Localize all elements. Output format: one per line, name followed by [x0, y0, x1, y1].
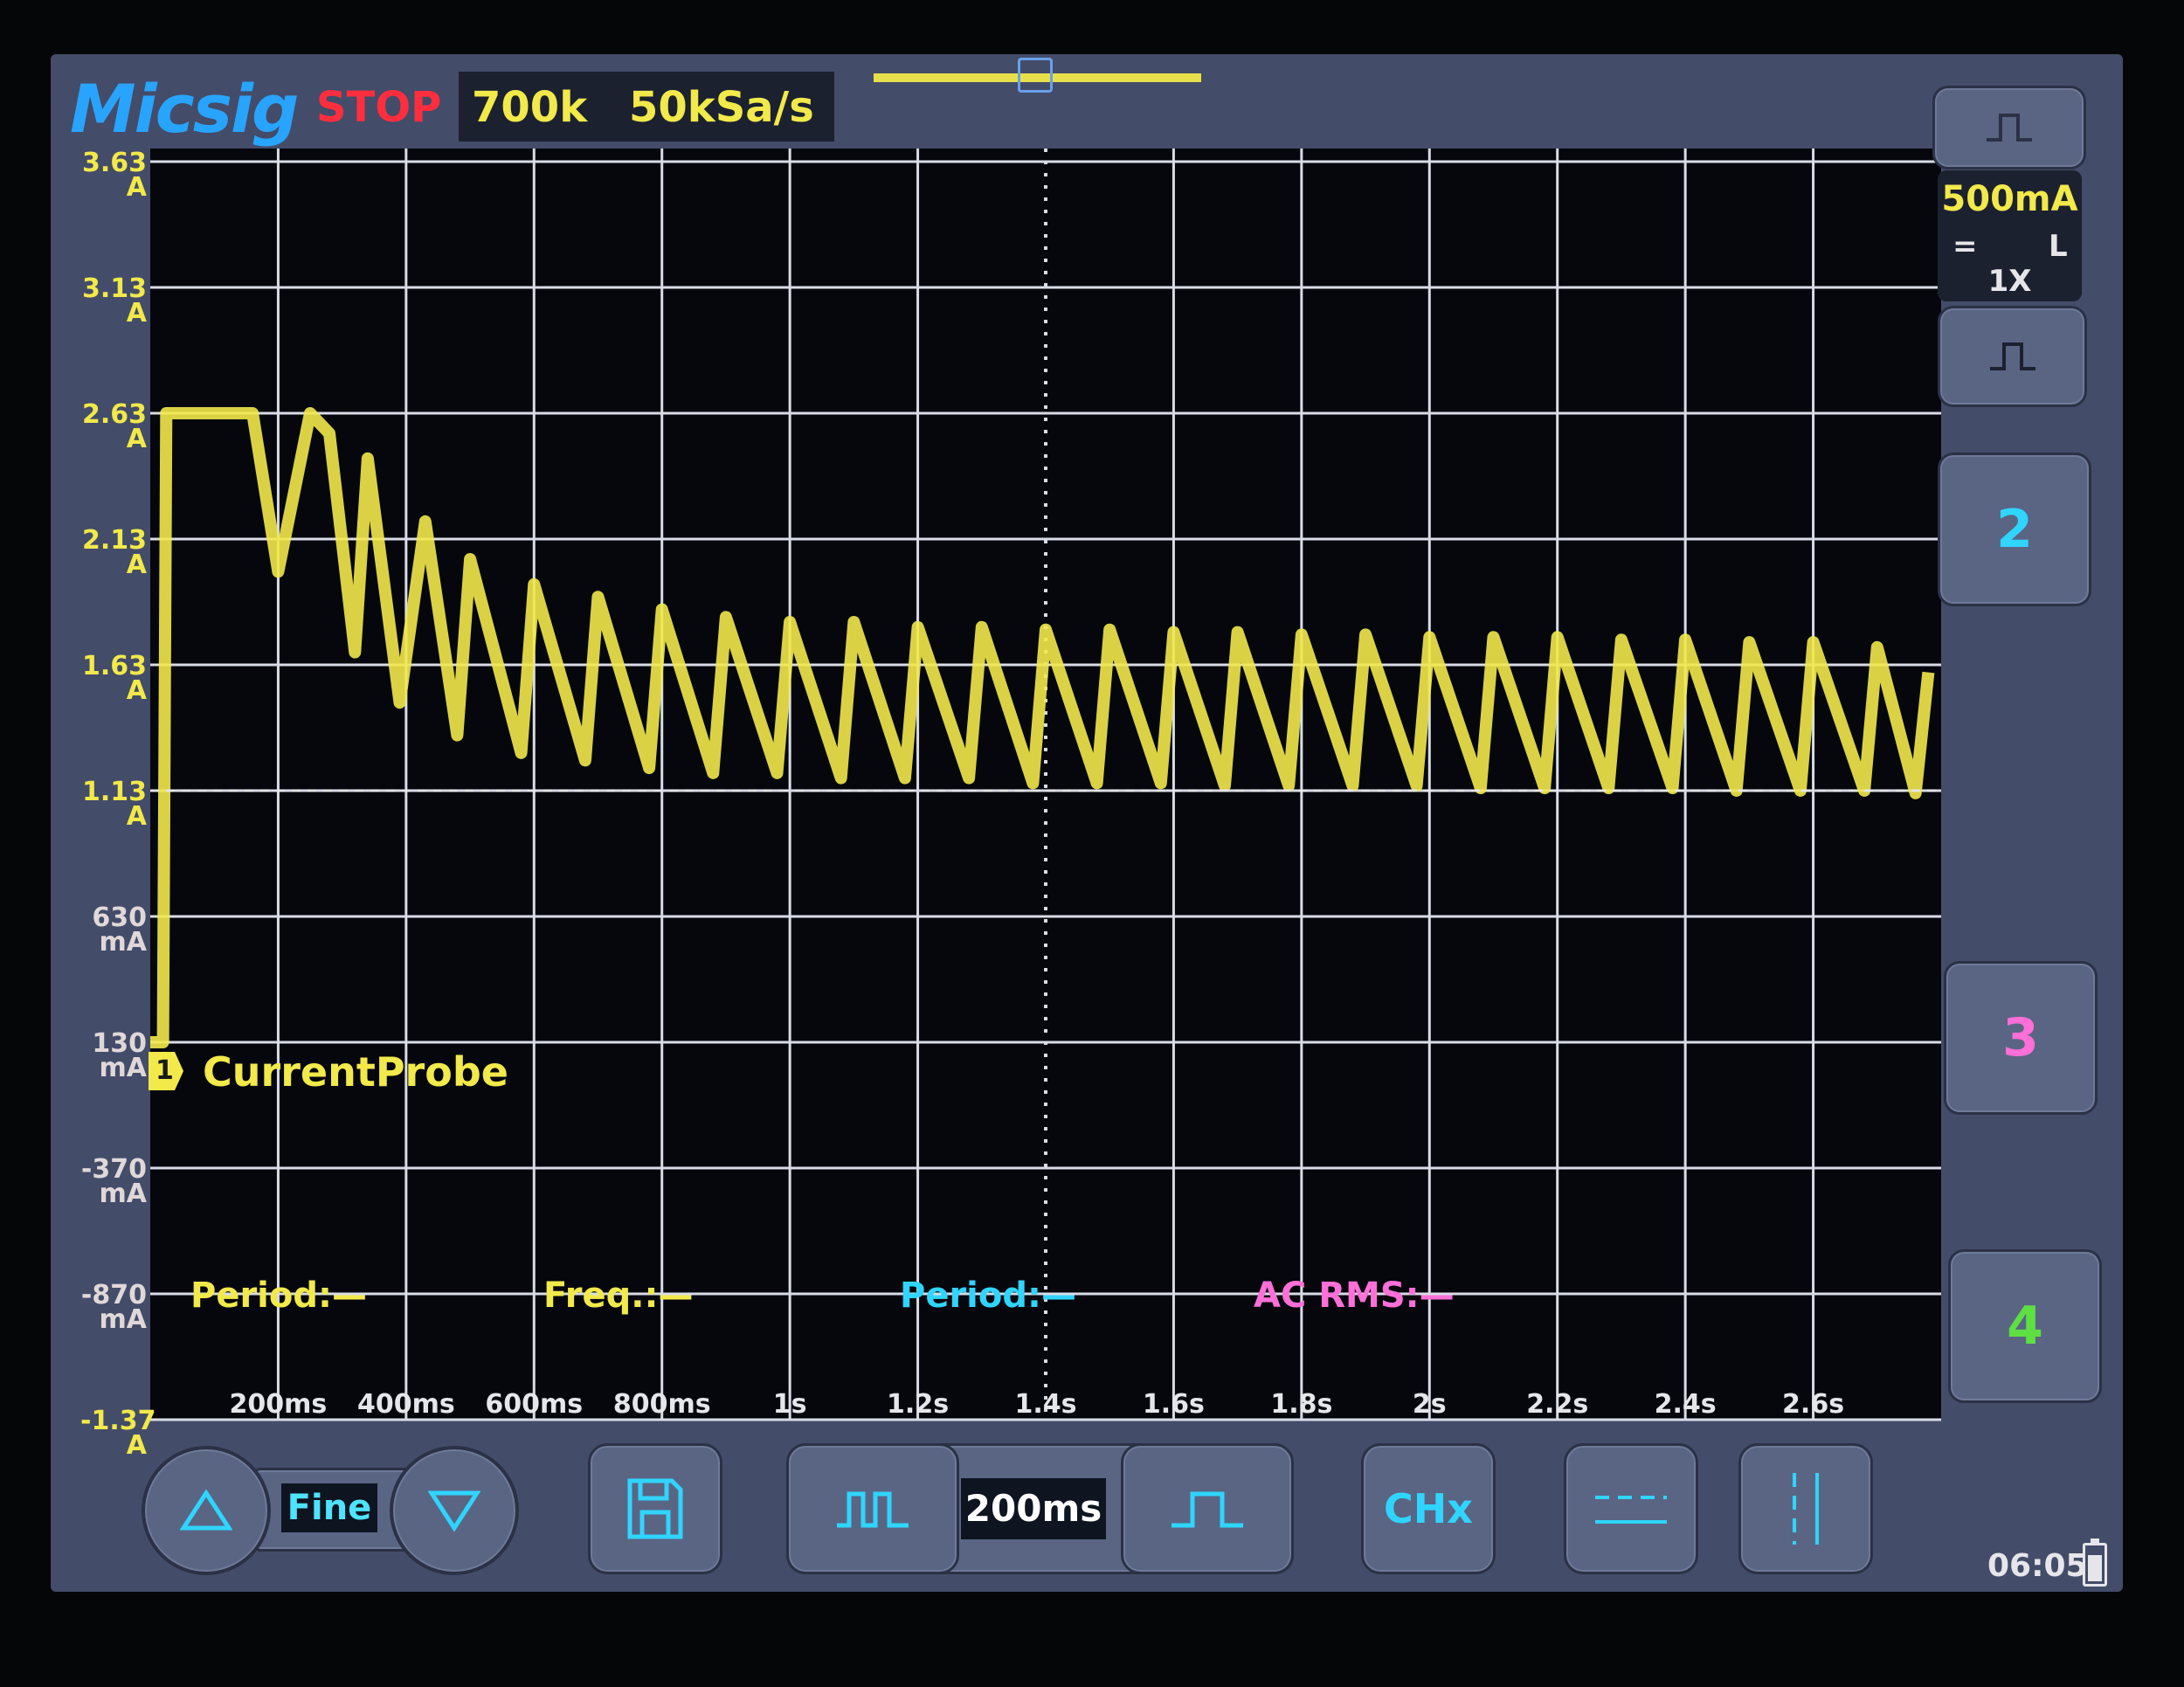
x-axis-label: 2.2s — [1526, 1389, 1589, 1420]
channel-select-button[interactable]: CHx — [1361, 1443, 1496, 1574]
ch1-scale: 500mA — [1941, 179, 2078, 219]
x-axis-label: 400ms — [356, 1389, 455, 1420]
ch1-probe-ratio: 1X — [1987, 264, 2032, 299]
ch2-button[interactable]: 2 — [1938, 453, 2091, 606]
pulse-icon — [1989, 342, 2035, 370]
y-axis-label: 2.63 A — [81, 399, 147, 454]
timebase-value[interactable]: 200ms — [961, 1478, 1106, 1539]
ch1-probe-label: CurrentProbe — [203, 1048, 508, 1096]
timebase-zoom-in-button[interactable] — [1121, 1443, 1294, 1574]
measurement-freq-ch1[interactable]: Freq.:— — [543, 1276, 693, 1316]
pulse-icon — [1987, 114, 2032, 142]
y-axis-label: 3.13 A — [81, 273, 147, 328]
measurement-period-ch2[interactable]: Period:— — [900, 1276, 1076, 1316]
y-axis-label: 3.63 A — [81, 148, 147, 203]
chx-label: CHx — [1384, 1485, 1473, 1532]
y-axis-label: 2.13 A — [81, 525, 147, 580]
x-axis-label: 1.6s — [1142, 1389, 1205, 1420]
x-axis-label: 2.6s — [1782, 1389, 1845, 1420]
x-axis-label: 800ms — [612, 1389, 711, 1420]
ch1-coupling: = — [1952, 229, 1978, 264]
ch2-label: 2 — [1996, 499, 2033, 560]
zoom-in-pulse-icon — [1171, 1491, 1243, 1528]
x-axis-label: 1s — [772, 1389, 807, 1420]
x-axis-label: 600ms — [485, 1389, 584, 1420]
decrease-button[interactable] — [390, 1446, 519, 1575]
y-axis-label: 630 mA — [92, 902, 147, 958]
x-axis-label: 1.4s — [1014, 1389, 1077, 1420]
battery-icon — [2083, 1538, 2107, 1587]
y-axis-label: -1.37 A — [80, 1406, 156, 1461]
horizontal-cursor-icon — [1595, 1496, 1667, 1524]
vertical-cursor-button[interactable] — [1738, 1443, 1873, 1574]
ch1-bandwidth-limit: L — [2049, 229, 2068, 264]
waveform-screen[interactable] — [0, 0, 2184, 1687]
up-arrow-icon — [180, 1489, 232, 1531]
y-axis-label: 1.13 A — [81, 777, 147, 832]
x-axis-label: 1.2s — [887, 1389, 950, 1420]
save-button[interactable] — [588, 1443, 722, 1574]
ch1-menu-button[interactable] — [1932, 86, 2086, 169]
down-arrow-icon — [428, 1490, 480, 1532]
x-axis-label: 200ms — [229, 1389, 328, 1420]
measurement-acrms-ch3[interactable]: AC RMS:— — [1254, 1276, 1455, 1316]
increase-button[interactable] — [142, 1446, 271, 1575]
ch1-toggle-button[interactable] — [1938, 306, 2087, 407]
zoom-out-pulse-icon — [837, 1491, 909, 1528]
ch3-button[interactable]: 3 — [1944, 961, 2098, 1115]
x-axis-label: 2s — [1412, 1389, 1447, 1420]
x-axis-label: 1.8s — [1270, 1389, 1333, 1420]
ch4-button[interactable]: 4 — [1948, 1249, 2102, 1403]
measurement-period-ch1[interactable]: Period:— — [190, 1276, 367, 1316]
save-icon — [627, 1478, 683, 1539]
x-axis-label: 2.4s — [1654, 1389, 1717, 1420]
vertical-cursor-icon — [1793, 1473, 1819, 1545]
ch4-label: 4 — [2007, 1296, 2043, 1357]
timebase-zoom-out-button[interactable] — [786, 1443, 959, 1574]
ch3-label: 3 — [2002, 1007, 2039, 1068]
adjust-mode-toggle[interactable]: Fine — [281, 1483, 377, 1532]
y-axis-label: -870 mA — [80, 1280, 147, 1335]
horizontal-cursor-button[interactable] — [1564, 1443, 1698, 1574]
y-axis-label: 1.63 A — [81, 651, 147, 706]
clock: 06:05 — [1987, 1548, 2088, 1584]
y-axis-label: -370 mA — [80, 1154, 147, 1209]
y-axis-label: 130 mA — [92, 1028, 147, 1083]
